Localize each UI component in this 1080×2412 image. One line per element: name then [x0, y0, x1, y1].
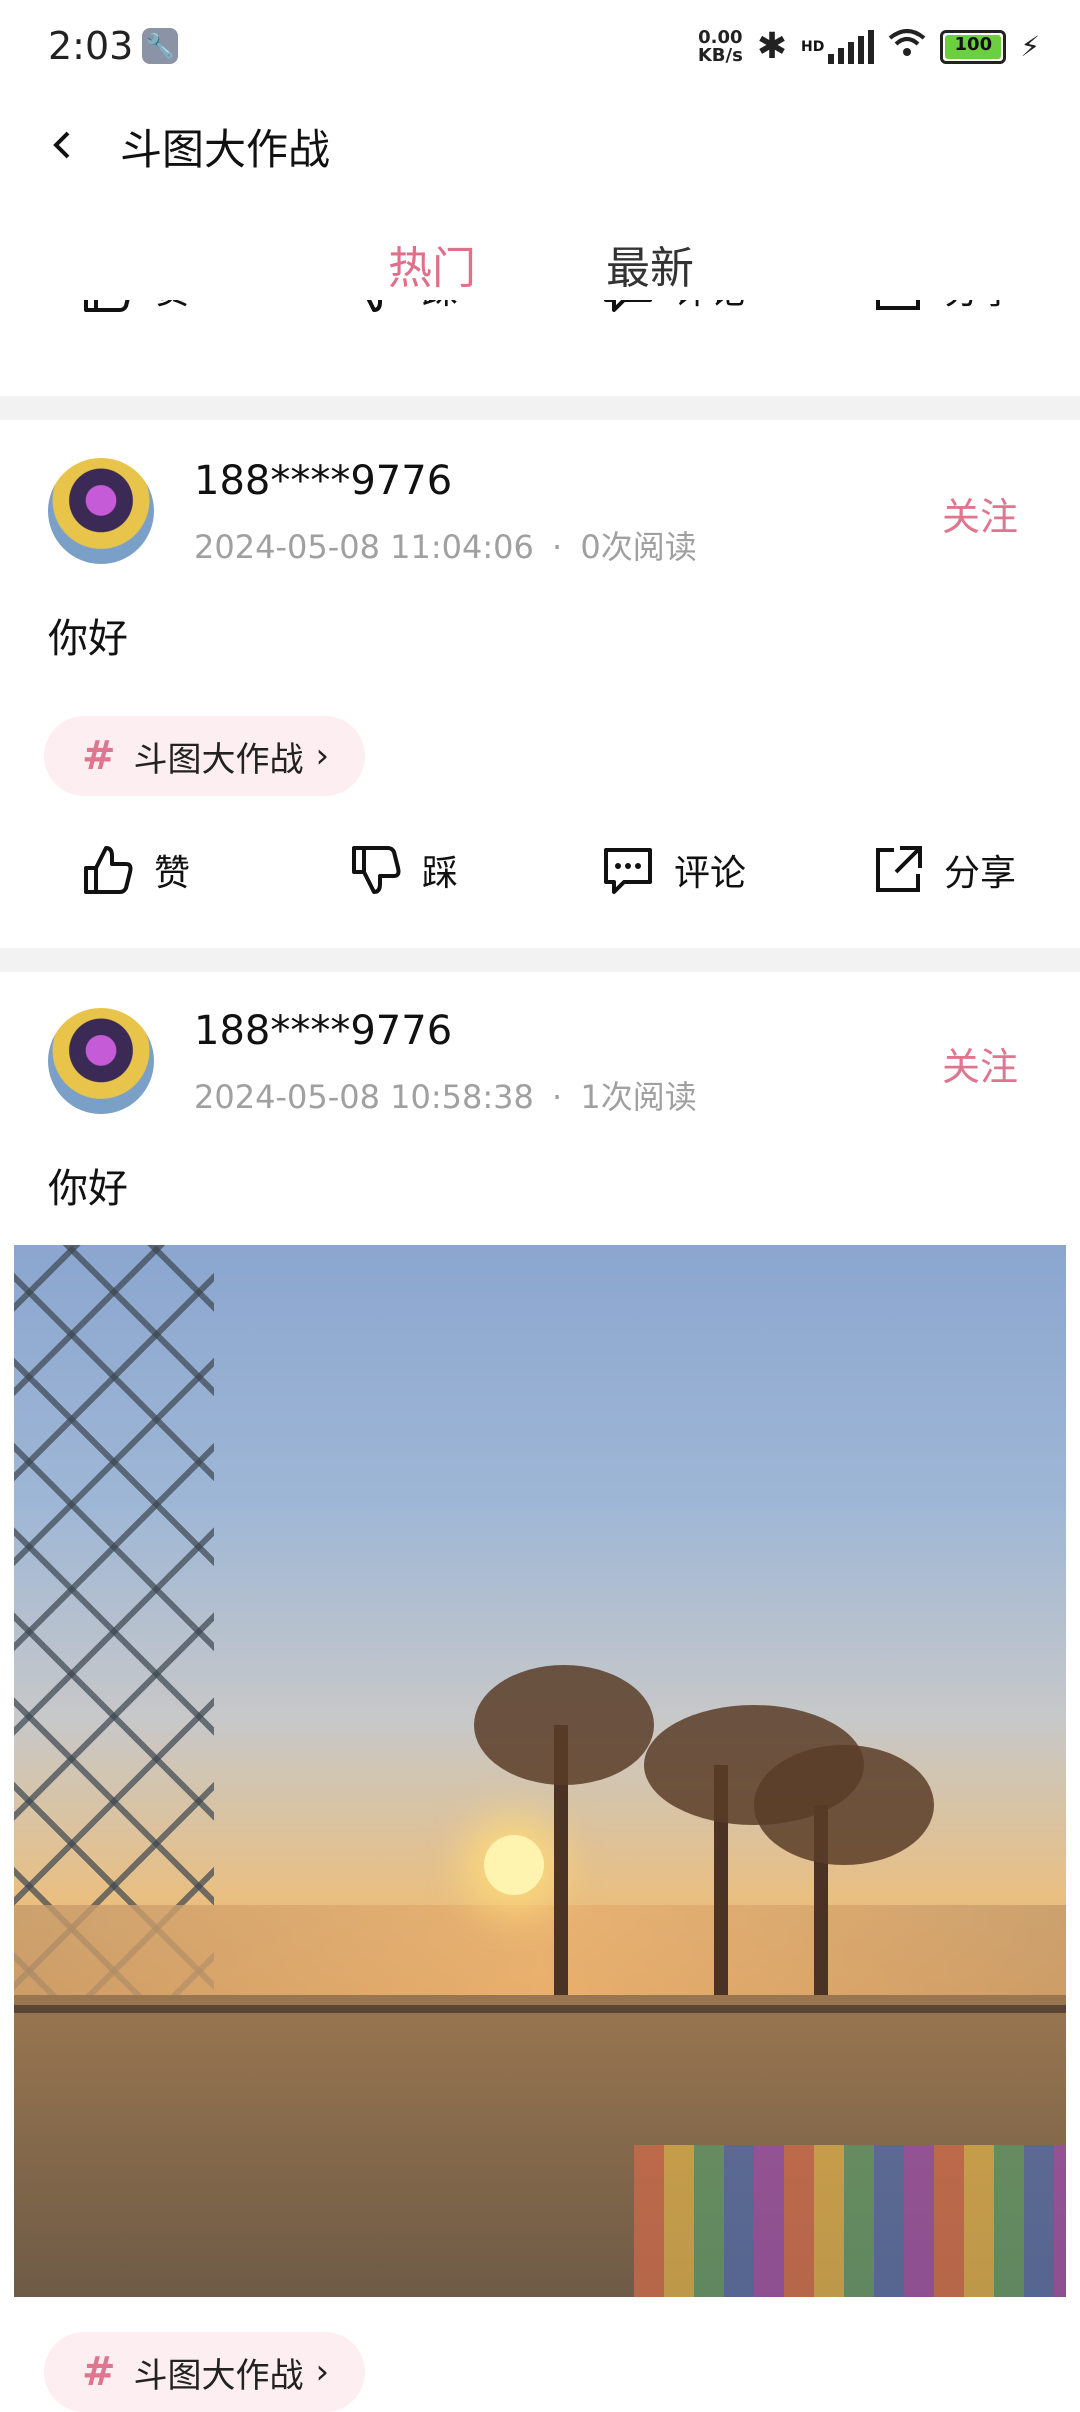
post-reads: 0次阅读	[580, 528, 697, 566]
status-icons: 0.00 KB/s ✱ HD 100 ⚡	[698, 26, 1040, 67]
post-actions: 赞 踩 评论 分享	[0, 842, 1080, 902]
tab-latest[interactable]: 最新	[606, 232, 694, 296]
topic-tag[interactable]: # 斗图大作战 ›	[44, 716, 366, 796]
photo-palm-crown	[754, 1745, 934, 1865]
topic-tag-label: 斗图大作战	[133, 739, 304, 780]
like-button[interactable]: 赞	[80, 842, 190, 898]
hash-icon: #	[82, 733, 116, 779]
thumbs-down-icon	[366, 300, 382, 312]
comment-button[interactable]: 评论	[600, 300, 746, 316]
dislike-label: 踩	[422, 300, 458, 314]
share-button[interactable]: 分享	[870, 300, 1016, 316]
photo-stripes	[634, 2145, 1066, 2297]
net-speed: 0.00 KB/s	[697, 26, 743, 66]
topic-tag-label: 斗图大作战	[133, 2355, 304, 2396]
comment-icon	[604, 848, 652, 894]
photo-fence	[14, 2005, 1066, 2013]
chevron-left-icon	[53, 131, 70, 159]
follow-button[interactable]: 关注	[942, 1036, 1018, 1091]
photo-sun	[484, 1835, 544, 1895]
share-button[interactable]: 分享	[870, 842, 1016, 898]
dislike-button[interactable]: 踩	[348, 300, 458, 316]
bluetooth-icon: ✱	[756, 26, 787, 67]
divider	[0, 396, 1080, 420]
chevron-right-icon: ›	[315, 736, 330, 776]
back-button[interactable]	[48, 122, 78, 176]
tab-hot[interactable]: 热门	[388, 232, 476, 296]
thumbs-up-icon	[84, 300, 130, 312]
divider	[0, 948, 1080, 972]
follow-button[interactable]: 关注	[942, 486, 1018, 541]
like-label: 赞	[154, 300, 190, 314]
dislike-label: 踩	[422, 853, 459, 894]
dislike-button[interactable]: 踩	[348, 842, 458, 898]
meta-separator: ·	[552, 528, 563, 566]
post-content: 你好	[48, 616, 128, 662]
post-reads: 1次阅读	[580, 1078, 697, 1116]
post-photo[interactable]	[14, 1245, 1066, 2297]
post-meta: 2024-05-08 11:04:06 · 0次阅读	[194, 522, 697, 568]
comment-button[interactable]: 评论	[600, 842, 746, 898]
previous-post-actions: 赞 踩 评论 分享	[0, 300, 1080, 350]
like-label: 赞	[154, 853, 191, 894]
hash-icon: #	[82, 2349, 116, 2395]
page-title: 斗图大作战	[120, 125, 331, 174]
meta-separator: ·	[552, 1078, 563, 1116]
battery-icon: 100	[940, 29, 1007, 64]
comment-label: 评论	[674, 853, 747, 894]
signal-icon	[828, 29, 875, 64]
status-bar: 2:03 🔧 0.00 KB/s ✱ HD 100 ⚡	[0, 0, 1080, 90]
post-username[interactable]: 188****9776	[194, 1008, 452, 1054]
battery-level: 100	[954, 33, 993, 55]
comment-icon	[604, 300, 652, 312]
status-time: 2:03	[48, 24, 134, 68]
share-icon	[876, 846, 922, 892]
thumbs-down-icon	[352, 846, 401, 894]
wrench-icon: 🔧	[142, 28, 178, 64]
wifi-icon	[888, 27, 926, 67]
share-label: 分享	[944, 300, 1016, 314]
post-timestamp: 2024-05-08 11:04:06	[194, 528, 534, 566]
network-type-label: HD	[800, 38, 825, 55]
photo-sea	[14, 1905, 1066, 1995]
charging-icon: ⚡	[1020, 30, 1040, 63]
comment-label: 评论	[674, 300, 746, 314]
post-username[interactable]: 188****9776	[194, 458, 452, 504]
topic-tag[interactable]: # 斗图大作战 ›	[44, 2332, 366, 2412]
photo-palm-crown	[474, 1665, 654, 1785]
share-icon	[876, 300, 920, 310]
post-content: 你好	[48, 1166, 128, 1212]
avatar[interactable]	[48, 1008, 154, 1114]
like-button[interactable]: 赞	[80, 300, 190, 316]
avatar[interactable]	[48, 458, 154, 564]
chevron-right-icon: ›	[315, 2352, 330, 2392]
thumbs-up-icon	[84, 846, 133, 894]
post-meta: 2024-05-08 10:58:38 · 1次阅读	[194, 1072, 697, 1118]
post-timestamp: 2024-05-08 10:58:38	[194, 1078, 534, 1116]
share-label: 分享	[944, 853, 1017, 894]
